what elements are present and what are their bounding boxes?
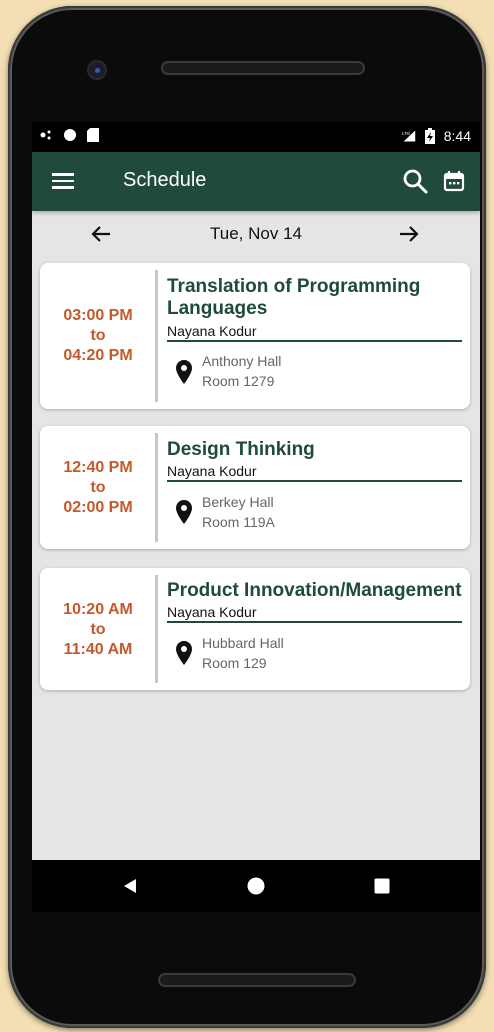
time-separator: to <box>90 479 106 496</box>
svg-text:LTE: LTE <box>402 131 410 136</box>
date-navigation: Tue, Nov 14 <box>32 211 480 257</box>
course-title-line: Languages <box>167 298 268 319</box>
nav-back-icon[interactable] <box>120 876 140 896</box>
battery-charging-icon <box>423 128 437 144</box>
end-time: 02:00 PM <box>63 499 133 516</box>
class-time: 12:40 PM to 02:00 PM <box>40 458 156 518</box>
bottom-speaker <box>158 973 356 987</box>
system-nav-bar <box>32 860 480 912</box>
location-pin-icon <box>176 360 192 384</box>
course-title-line: Product Innovation/Management <box>167 580 462 601</box>
app-bar: Schedule <box>32 152 480 211</box>
card-divider <box>155 575 158 683</box>
record-icon <box>63 128 77 142</box>
building-name: Anthony Hall <box>202 353 282 369</box>
class-time: 10:20 AM to 11:40 AM <box>40 600 156 660</box>
time-separator: to <box>90 621 106 638</box>
arrow-forward-icon[interactable] <box>398 223 420 245</box>
instructor-name: Nayana Kodur <box>167 604 462 623</box>
instructor-name: Nayana Kodur <box>167 323 462 342</box>
earpiece-speaker <box>161 61 365 75</box>
location: Berkey Hall Room 119A <box>202 492 275 532</box>
class-card[interactable]: 12:40 PM to 02:00 PM Design Thinking Nay… <box>40 426 470 549</box>
building-name: Berkey Hall <box>202 494 274 510</box>
room-number: Room 129 <box>202 655 267 671</box>
room-number: Room 1279 <box>202 373 275 389</box>
time-separator: to <box>90 327 106 344</box>
location: Anthony Hall Room 1279 <box>202 351 281 391</box>
end-time: 11:40 AM <box>63 641 133 658</box>
course-title-line: Translation of Programming <box>167 276 421 297</box>
course-title-line: Design Thinking <box>167 439 315 460</box>
nav-recents-icon[interactable] <box>372 876 392 896</box>
search-icon[interactable] <box>402 168 428 194</box>
class-time: 03:00 PM to 04:20 PM <box>40 306 156 366</box>
end-time: 04:20 PM <box>63 347 133 364</box>
menu-icon[interactable] <box>52 170 74 192</box>
status-time: 8:44 <box>443 128 471 144</box>
front-camera <box>87 60 107 80</box>
sd-card-icon <box>86 128 100 142</box>
class-card[interactable]: 10:20 AM to 11:40 AM Product Innovation/… <box>40 568 470 690</box>
course-title: Product Innovation/Management <box>167 580 462 602</box>
page-title: Schedule <box>123 169 207 191</box>
building-name: Hubbard Hall <box>202 635 284 651</box>
card-divider <box>155 433 158 542</box>
start-time: 10:20 AM <box>63 601 133 618</box>
course-title: Design Thinking <box>167 439 462 461</box>
start-time: 12:40 PM <box>63 459 133 476</box>
start-time: 03:00 PM <box>63 307 133 324</box>
room-number: Room 119A <box>202 514 275 530</box>
course-title: Translation of Programming Languages <box>167 276 462 320</box>
card-divider <box>155 270 158 402</box>
class-card[interactable]: 03:00 PM to 04:20 PM Translation of Prog… <box>40 263 470 409</box>
status-bar: LTE 8:44 <box>32 122 480 152</box>
calendar-icon[interactable] <box>442 169 466 193</box>
device-screen: LTE 8:44 Schedule Tue, Nov 14 03:00 PM t… <box>32 122 480 912</box>
lte-signal-icon: LTE <box>402 129 416 143</box>
location-pin-icon <box>176 641 192 665</box>
location: Hubbard Hall Room 129 <box>202 633 284 673</box>
instructor-name: Nayana Kodur <box>167 463 462 482</box>
nav-home-icon[interactable] <box>246 876 266 896</box>
location-pin-icon <box>176 500 192 524</box>
notification-dots-icon <box>40 128 54 142</box>
